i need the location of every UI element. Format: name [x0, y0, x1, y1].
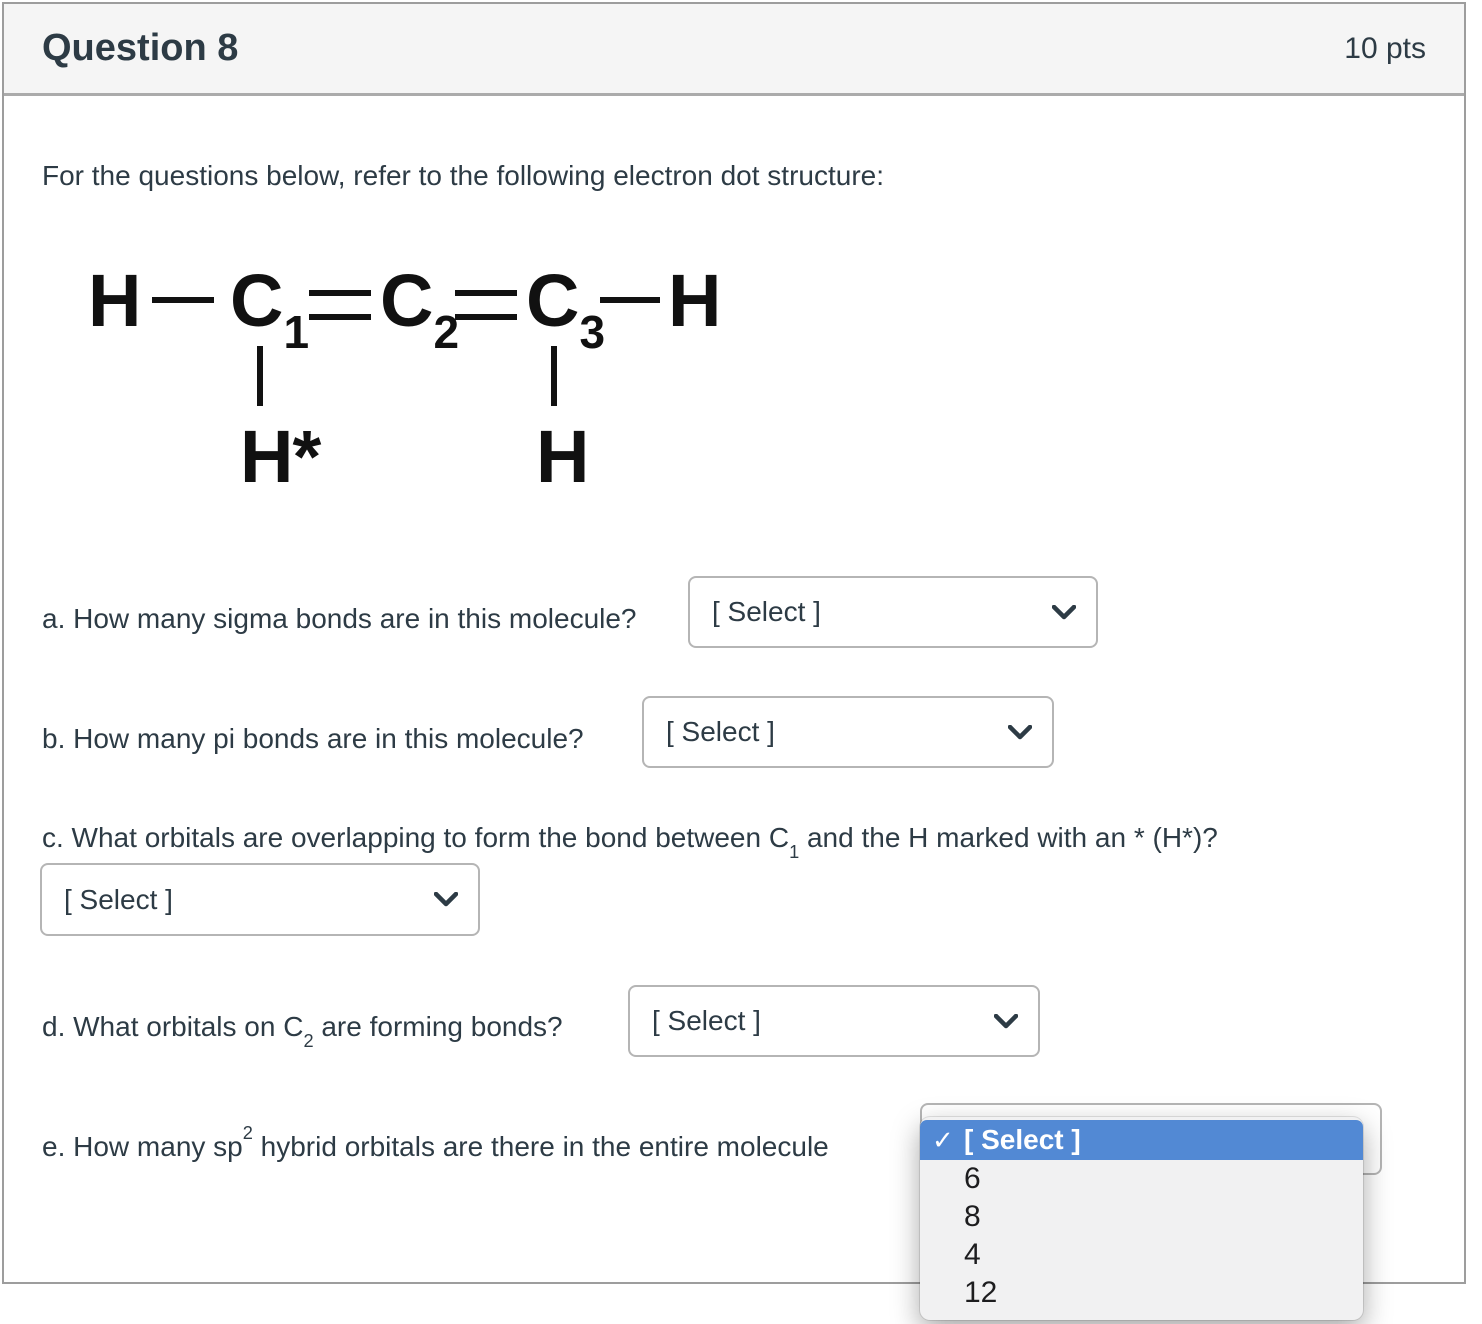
chevron-down-icon [434, 892, 458, 907]
question-d-text-suffix: are forming bonds? [314, 1011, 563, 1042]
question-header: Question 8 10 pts [4, 4, 1464, 96]
question-c-select[interactable]: [ Select ] [40, 863, 480, 936]
atom-h-bottom: H [536, 420, 588, 494]
dropdown-option-selected[interactable]: ✓ [ Select ] [920, 1120, 1363, 1160]
chevron-down-icon [1052, 605, 1076, 620]
chevron-down-icon [1008, 725, 1032, 740]
dropdown-selected-label: [ Select ] [964, 1124, 1081, 1156]
intro-text: For the questions below, refer to the fo… [42, 160, 884, 192]
question-d-text-prefix: d. What orbitals on C [42, 1011, 303, 1042]
atom-c3-subscript: 3 [579, 306, 604, 358]
question-b-text: b. How many pi bonds are in this molecul… [42, 723, 584, 755]
question-e-text: e. How many sp2 hybrid orbitals are ther… [42, 1131, 829, 1163]
single-bond-c3-h [600, 297, 660, 303]
question-d-select-value: [ Select ] [652, 1005, 761, 1037]
atom-c3: C3 [526, 264, 604, 338]
question-a-select[interactable]: [ Select ] [688, 576, 1098, 648]
question-c-text: c. What orbitals are overlapping to form… [42, 822, 1218, 854]
chevron-down-icon [994, 1014, 1018, 1029]
vertical-bond-c3-h [551, 346, 557, 406]
single-bond-h-c1 [152, 297, 214, 303]
question-c-text-prefix: c. What orbitals are overlapping to form… [42, 822, 789, 853]
atom-c2-symbol: C [380, 259, 432, 342]
double-bond-c1-c2 [309, 290, 371, 320]
question-title: Question 8 [42, 27, 238, 70]
dropdown-option[interactable]: 4 [920, 1236, 1363, 1274]
atom-c1-symbol: C [230, 259, 282, 342]
question-d-select[interactable]: [ Select ] [628, 985, 1040, 1057]
question-a-select-value: [ Select ] [712, 596, 821, 628]
atom-h-star: H* [240, 420, 320, 494]
question-c-text-suffix: and the H marked with an * (H*)? [799, 822, 1218, 853]
question-b-select-value: [ Select ] [666, 716, 775, 748]
quiz-page: { "header": { "title": "Question 8", "po… [0, 0, 1482, 1324]
question-d-text: d. What orbitals on C2 are forming bonds… [42, 1011, 563, 1043]
dropdown-option[interactable]: 6 [920, 1160, 1363, 1198]
atom-h-right: H [668, 264, 720, 338]
vertical-bond-c1-hstar [257, 346, 263, 406]
question-e-text-suffix: hybrid orbitals are there in the entire … [253, 1131, 829, 1162]
atom-c1-subscript: 1 [283, 306, 308, 358]
question-points: 10 pts [1344, 32, 1426, 66]
question-b-select[interactable]: [ Select ] [642, 696, 1054, 768]
dropdown-option[interactable]: 12 [920, 1274, 1363, 1312]
atom-h-left: H [88, 264, 140, 338]
dropdown-option[interactable]: 8 [920, 1198, 1363, 1236]
question-a-text: a. How many sigma bonds are in this mole… [42, 603, 637, 635]
question-e-text-prefix: e. How many sp [42, 1131, 243, 1162]
checkmark-icon: ✓ [932, 1125, 964, 1156]
question-c-text-subscript: 1 [789, 842, 799, 862]
dropdown-menu: ✓ [ Select ] 6 8 4 12 [920, 1117, 1363, 1320]
question-e-text-superscript: 2 [243, 1123, 253, 1143]
double-bond-c2-c3 [455, 290, 517, 320]
atom-c3-symbol: C [526, 259, 578, 342]
atom-c1: C1 [230, 264, 308, 338]
question-c-select-value: [ Select ] [64, 884, 173, 916]
atom-c2: C2 [380, 264, 458, 338]
question-d-text-subscript: 2 [303, 1031, 313, 1051]
